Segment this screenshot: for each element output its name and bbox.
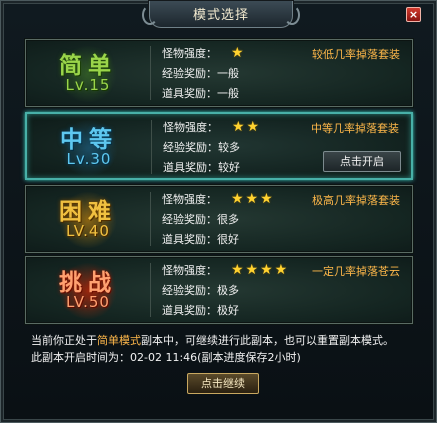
current-mode-name: 简单模式 [97, 334, 141, 347]
item-row: 道具奖励：很好 [162, 231, 239, 247]
mode-name: 简单 [59, 53, 117, 79]
exp-row: 经验奖励：一般 [162, 65, 239, 81]
mode-emblem-challenge: 挑战 LV.50 [30, 261, 146, 319]
mode-card-normal[interactable]: 中等 Lv.30 怪物强度： ★★ 中等几率掉落套装 经验奖励：较多 道具奖励：… [25, 112, 413, 180]
dialog-title: 模式选择 [192, 8, 249, 23]
strength-label: 怪物强度： [163, 121, 218, 134]
open-time-label: 此副本开启时间为： [31, 351, 130, 364]
item-row: 道具奖励：极好 [162, 302, 239, 318]
divider [150, 192, 151, 246]
item-value: 极好 [217, 304, 239, 317]
open-time-value: 02-02 11:46 [130, 351, 198, 364]
drop-note: 一定几率掉落苍云 [312, 265, 400, 278]
mode-name: 困难 [59, 199, 117, 225]
exp-row: 经验奖励：极多 [162, 282, 239, 298]
exp-label: 经验奖励： [162, 67, 217, 80]
item-label: 道具奖励： [162, 87, 217, 100]
drop-note: 极高几率掉落套装 [312, 194, 400, 207]
mode-emblem-hard: 困难 LV.40 [30, 190, 146, 248]
exp-value: 很多 [217, 213, 239, 226]
continue-button[interactable]: 点击继续 [187, 373, 259, 394]
item-label: 道具奖励： [162, 304, 217, 317]
open-mode-button[interactable]: 点击开启 [323, 151, 401, 172]
divider [150, 46, 151, 100]
mode-name: 挑战 [59, 270, 117, 296]
item-label: 道具奖励： [163, 161, 218, 174]
item-value: 较好 [218, 161, 240, 174]
strength-row: 怪物强度： [162, 45, 217, 61]
strength-stars: ★ [231, 45, 246, 61]
drop-note: 中等几率掉落套装 [311, 122, 399, 135]
exp-value: 一般 [217, 67, 239, 80]
strength-label: 怪物强度： [162, 47, 217, 60]
close-button[interactable]: × [406, 7, 421, 22]
mode-emblem-easy: 简单 Lv.15 [30, 44, 146, 102]
progress-save-note: (副本进度保存2小时) [197, 351, 301, 364]
item-row: 道具奖励：一般 [162, 85, 239, 101]
item-value: 很好 [217, 233, 239, 246]
mode-card-easy[interactable]: 简单 Lv.15 怪物强度： ★ 较低几率掉落套装 经验奖励：一般 道具奖励：一… [25, 39, 413, 107]
open-time-notice: 此副本开启时间为：02-02 11:46(副本进度保存2小时) [31, 349, 301, 365]
item-row: 道具奖励：较好 [163, 159, 240, 175]
mode-level: Lv.30 [66, 150, 112, 168]
strength-stars: ★★★★ [231, 262, 290, 278]
item-label: 道具奖励： [162, 233, 217, 246]
exp-label: 经验奖励： [162, 213, 217, 226]
notice-prefix: 当前你正处于 [31, 334, 97, 347]
mode-card-challenge[interactable]: 挑战 LV.50 怪物强度： ★★★★ 一定几率掉落苍云 经验奖励：极多 道具奖… [25, 256, 413, 324]
mode-name: 中等 [60, 127, 118, 153]
mode-level: LV.50 [66, 293, 110, 311]
current-mode-notice: 当前你正处于简单模式副本中，可继续进行此副本，也可以重置副本模式。 [31, 332, 394, 348]
strength-row: 怪物强度： [163, 119, 218, 135]
mode-emblem-normal: 中等 Lv.30 [31, 118, 147, 176]
divider [151, 120, 152, 174]
mode-select-dialog: 模式选择 × 简单 Lv.15 怪物强度： ★ 较低几率掉落套装 经验奖励：一般… [0, 0, 437, 423]
strength-row: 怪物强度： [162, 262, 217, 278]
mode-level: Lv.15 [65, 76, 111, 94]
exp-label: 经验奖励： [163, 141, 218, 154]
notice-suffix: 副本中，可继续进行此副本，也可以重置副本模式。 [141, 334, 394, 347]
divider [150, 263, 151, 317]
strength-label: 怪物强度： [162, 193, 217, 206]
item-value: 一般 [217, 87, 239, 100]
strength-stars: ★★ [232, 119, 262, 135]
mode-level: LV.40 [66, 222, 110, 240]
drop-note: 较低几率掉落套装 [312, 48, 400, 61]
strength-row: 怪物强度： [162, 191, 217, 207]
exp-row: 经验奖励：较多 [163, 139, 240, 155]
exp-value: 极多 [217, 284, 239, 297]
strength-stars: ★★★ [231, 191, 275, 207]
title-plate: 模式选择 [142, 1, 300, 28]
exp-row: 经验奖励：很多 [162, 211, 239, 227]
exp-value: 较多 [218, 141, 240, 154]
exp-label: 经验奖励： [162, 284, 217, 297]
mode-card-hard[interactable]: 困难 LV.40 怪物强度： ★★★ 极高几率掉落套装 经验奖励：很多 道具奖励… [25, 185, 413, 253]
strength-label: 怪物强度： [162, 264, 217, 277]
